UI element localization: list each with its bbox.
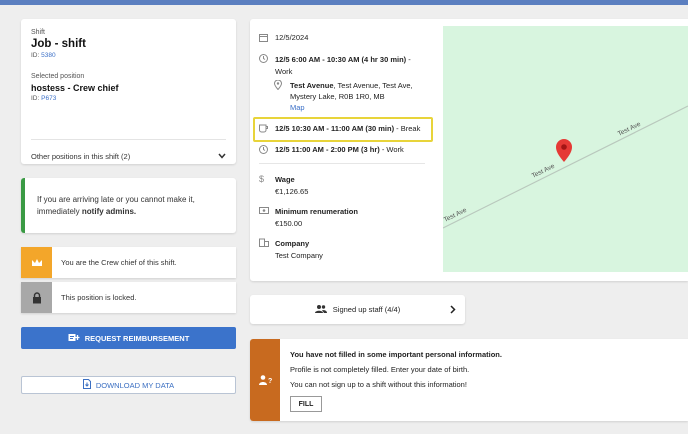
top-bar	[0, 0, 688, 5]
shift-date: 12/5/2024	[275, 33, 309, 42]
map-canvas: Test Ave Test Ave Test Ave	[443, 105, 688, 229]
clock-icon	[259, 145, 275, 156]
job-title: Job - shift	[31, 38, 86, 50]
company-row: Company Test Company	[259, 238, 323, 262]
notice-bold-text: notify admins.	[81, 207, 137, 216]
location-pin-icon	[273, 79, 290, 113]
break-type: - Break	[394, 124, 421, 133]
other-positions-toggle[interactable]: Other positions in this shift (2)	[31, 152, 226, 161]
missing-info-line2: You can not sign up to a shift without t…	[290, 380, 467, 389]
break-time: 12/5 10:30 AM - 11:00 AM (30 min)	[275, 124, 395, 133]
lock-icon	[21, 282, 52, 313]
missing-info-title: You have not filled in some important pe…	[290, 350, 502, 359]
coffee-cup-icon	[259, 124, 275, 135]
work2-type: - Work	[379, 145, 404, 154]
work2-time: 12/5 11:00 AM - 2:00 PM (3 hr)	[275, 145, 380, 154]
location-row: Test Avenue, Test Avenue, Test Ave, Myst…	[273, 79, 432, 113]
shift-date-row: 12/5/2024	[259, 33, 308, 44]
road-label: Test Ave	[531, 163, 556, 180]
users-icon	[314, 304, 327, 315]
divider	[259, 163, 425, 164]
position-title: hostess - Crew chief	[31, 83, 119, 93]
crew-chief-status: You are the Crew chief of this shift.	[21, 247, 236, 278]
clock-icon	[259, 54, 275, 78]
chevron-right-icon	[450, 305, 456, 316]
map-marker-icon[interactable]	[556, 139, 572, 162]
break-row: 12/5 10:30 AM - 11:00 AM (30 min) - Brea…	[259, 124, 420, 135]
request-reimbursement-button[interactable]: REQUEST REIMBURSEMENT	[21, 327, 236, 349]
download-my-data-button[interactable]: DOWNLOAD MY DATA	[21, 376, 236, 394]
missing-info-line1: Profile is not completely filled. Enter …	[290, 365, 470, 374]
money-icon	[259, 206, 275, 230]
signed-up-staff-button[interactable]: Signed up staff (4/4)	[250, 295, 465, 324]
other-positions-label: Other positions in this shift (2)	[31, 152, 131, 161]
location-name: Test Avenue	[290, 81, 334, 90]
company-label: Company	[275, 239, 310, 248]
position-id: ID: P673	[31, 95, 57, 102]
job-card: Shift Job - shift ID: 5380 Selected posi…	[21, 19, 236, 164]
minimum-renumeration-row: Minimum renumeration €150.00	[259, 206, 358, 230]
work1-time: 12/5 6:00 AM - 10:30 AM (4 hr 30 min)	[275, 55, 407, 64]
fill-button[interactable]: FILL	[290, 396, 322, 412]
reimbursement-label: REQUEST REIMBURSEMENT	[84, 333, 190, 343]
dollar-icon: $	[259, 174, 265, 184]
locked-status: This position is locked.	[21, 282, 236, 313]
crown-icon	[21, 247, 52, 278]
selected-position-label: Selected position	[31, 73, 85, 80]
chevron-down-icon	[218, 152, 226, 161]
work-block-1: 12/5 6:00 AM - 10:30 AM (4 hr 30 min) - …	[259, 54, 425, 78]
building-icon	[259, 238, 275, 262]
location-map[interactable]: Test Ave Test Ave Test Ave	[443, 26, 688, 272]
signed-up-label: Signed up staff (4/4)	[332, 305, 401, 314]
min-value: €150.00	[275, 219, 303, 228]
shift-label: Shift	[31, 29, 46, 36]
crew-chief-text: You are the Crew chief of this shift.	[61, 258, 177, 267]
download-label: DOWNLOAD MY DATA	[95, 380, 175, 390]
user-question-icon: ?	[250, 339, 280, 421]
company-value: Test Company	[275, 251, 323, 260]
divider	[31, 139, 226, 140]
work-block-2: 12/5 11:00 AM - 2:00 PM (3 hr) - Work	[259, 145, 404, 156]
wage-label: Wage	[275, 175, 295, 184]
wage-value: €1,126.65	[275, 187, 309, 196]
svg-text:?: ?	[268, 378, 272, 385]
wage-row: $ Wage €1,126.65	[259, 174, 308, 198]
download-file-icon	[82, 379, 91, 391]
map-link[interactable]: Map	[290, 103, 305, 112]
min-label: Minimum renumeration	[275, 207, 358, 216]
missing-info-card: ? You have not filled in some important …	[250, 339, 688, 421]
position-id-link[interactable]: P673	[41, 95, 56, 102]
job-id: ID: 5380	[31, 52, 56, 59]
locked-text: This position is locked.	[61, 293, 137, 302]
calendar-icon	[259, 33, 275, 44]
reimbursement-icon	[68, 333, 80, 344]
late-notice: If you are arriving late or you cannot m…	[21, 178, 236, 233]
job-id-link[interactable]: 5380	[41, 52, 55, 59]
